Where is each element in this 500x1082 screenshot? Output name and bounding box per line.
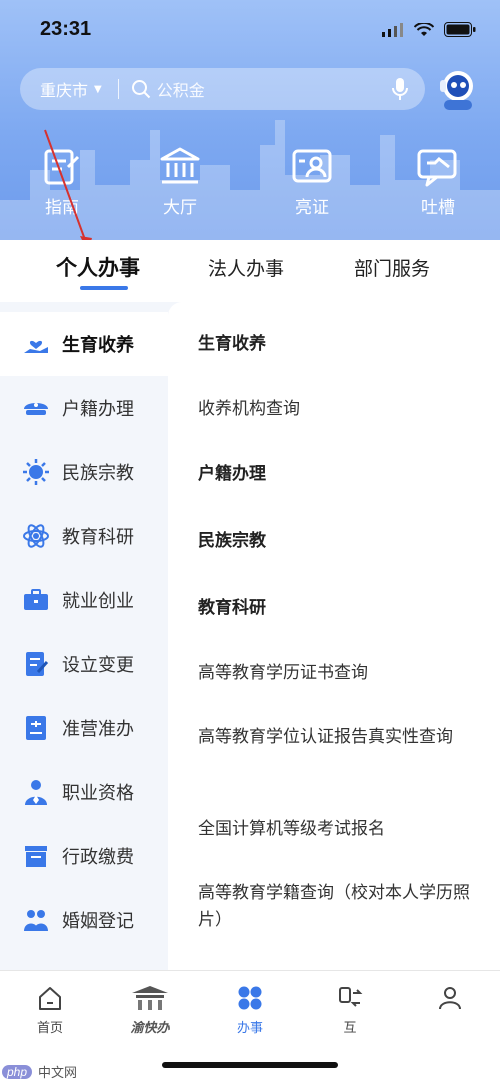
service-link[interactable]: 高等教育学历证书查询: [198, 660, 488, 687]
couple-icon: [24, 910, 48, 931]
quick-show-id[interactable]: 亮证: [272, 145, 352, 218]
hall-building-icon: [160, 147, 200, 184]
watermark-badge: php: [2, 1064, 33, 1079]
service-section-heading: 户籍办理: [198, 464, 266, 484]
sidebar-item-marriage[interactable]: 婚姻登记: [0, 888, 168, 952]
service-section-heading: 民族宗教: [198, 531, 266, 551]
sidebar-item-label: 民族宗教: [62, 463, 134, 484]
four-petal-icon: [238, 986, 262, 1010]
status-time: 23:31: [40, 18, 92, 40]
nav-label: 渝快办: [130, 1021, 170, 1036]
home-icon: [39, 987, 61, 1010]
nav-label: 互: [343, 1021, 357, 1036]
sidebar-item-ethnic-religion[interactable]: 民族宗教: [0, 440, 168, 504]
sidebar-item-label: 职业资格: [62, 783, 134, 804]
microphone-icon[interactable]: [391, 77, 409, 101]
nav-home[interactable]: 首页: [10, 983, 90, 1036]
worker-icon: [25, 780, 47, 805]
search-icon: [131, 80, 150, 99]
nav-services[interactable]: 办事: [210, 983, 290, 1036]
caret-down-icon[interactable]: ▼: [94, 84, 102, 95]
quick-label: 大厅: [163, 198, 197, 218]
exchange-icon: [339, 987, 363, 1007]
sidebar-item-employment[interactable]: 就业创业: [0, 568, 168, 632]
id-card-icon: [292, 149, 332, 183]
annotation-arrow: [44, 129, 92, 252]
nav-yukuaiban[interactable]: 渝快办: [110, 983, 190, 1036]
wifi-icon: [414, 22, 434, 36]
sidebar-item-establish-change[interactable]: 设立变更: [0, 632, 168, 696]
license-icon: [26, 716, 46, 740]
sun-emblem-icon: [23, 459, 49, 485]
watermark: php 中文网: [2, 1062, 77, 1081]
sidebar-item-label: 教育科研: [62, 527, 134, 548]
sidebar-item-label: 就业创业: [62, 591, 134, 612]
briefcase-icon: [24, 589, 48, 610]
search-divider: [117, 79, 119, 99]
battery-icon: [444, 22, 476, 37]
nav-interact[interactable]: 互: [310, 983, 390, 1036]
payment-box-icon: [25, 846, 47, 867]
sidebar-item-label: 户籍办理: [62, 399, 134, 420]
nav-label: 首页: [36, 1021, 63, 1036]
service-link[interactable]: 高等教育学籍查询（校对本人学历照片）: [198, 880, 488, 934]
sidebar-item-adoption[interactable]: 生育收养: [0, 312, 168, 376]
category-sidebar: 生育收养 户籍办理 民族宗教 教育科研 就业创业 设立变更 准营准办 职业资格 …: [0, 302, 168, 970]
service-section-heading: 生育收养: [198, 334, 266, 354]
sidebar-item-label: 生育收养: [62, 335, 134, 356]
service-section-heading: 教育科研: [198, 598, 266, 618]
feedback-chat-icon: [417, 149, 457, 187]
signal-icon: [382, 22, 403, 37]
city-selector[interactable]: 重庆市: [40, 77, 88, 101]
nav-label: 办事: [236, 1021, 263, 1036]
service-list-panel: 生育收养 收养机构查询 户籍办理 民族宗教 教育科研 高等教育学历证书查询 高等…: [168, 302, 500, 970]
search-bar[interactable]: 重庆市 ▼ 公积金: [20, 68, 425, 110]
sidebar-item-label: 婚姻登记: [62, 911, 134, 932]
sidebar-item-label: 准营准办: [62, 719, 134, 740]
tab-personal[interactable]: 个人办事: [56, 252, 140, 282]
watermark-text: 中文网: [38, 1066, 78, 1081]
police-cap-icon: [24, 403, 48, 415]
tab-legal-entity[interactable]: 法人办事: [208, 254, 284, 281]
robot-assistant-icon[interactable]: [436, 66, 480, 112]
quick-hall[interactable]: 大厅: [140, 145, 220, 218]
service-link[interactable]: 高等教育学位认证报告真实性查询: [198, 724, 488, 751]
service-content: 生育收养 户籍办理 民族宗教 教育科研 就业创业 设立变更 准营准办 职业资格 …: [0, 302, 500, 970]
hand-heart-icon: [24, 340, 48, 353]
person-icon: [439, 987, 461, 1010]
sidebar-item-label: 设立变更: [62, 655, 134, 676]
status-icons: [382, 22, 476, 37]
yukuaiban-logo-icon: [132, 986, 168, 1010]
sidebar-item-business-permit[interactable]: 准营准办: [0, 696, 168, 760]
tab-active-indicator: [80, 286, 128, 290]
service-link[interactable]: 全国计算机等级考试报名: [198, 816, 488, 843]
sidebar-item-label: 行政缴费: [62, 847, 134, 868]
nav-profile[interactable]: [410, 983, 490, 1017]
quick-label: 亮证: [295, 198, 329, 218]
home-indicator: [162, 1062, 338, 1068]
status-bar: 23:31: [0, 0, 500, 60]
sidebar-item-admin-fee[interactable]: 行政缴费: [0, 824, 168, 888]
search-input[interactable]: 公积金: [157, 77, 391, 101]
service-link[interactable]: 收养机构查询: [198, 396, 488, 423]
quick-label: 吐槽: [421, 198, 455, 218]
sidebar-item-education[interactable]: 教育科研: [0, 504, 168, 568]
sidebar-item-qualification[interactable]: 职业资格: [0, 760, 168, 824]
document-edit-icon: [26, 652, 49, 676]
tab-department[interactable]: 部门服务: [354, 254, 430, 281]
category-tabs: 个人办事 法人办事 部门服务: [0, 240, 500, 302]
sidebar-item-household[interactable]: 户籍办理: [0, 376, 168, 440]
atom-icon: [23, 524, 49, 548]
quick-feedback[interactable]: 吐槽: [398, 145, 478, 218]
